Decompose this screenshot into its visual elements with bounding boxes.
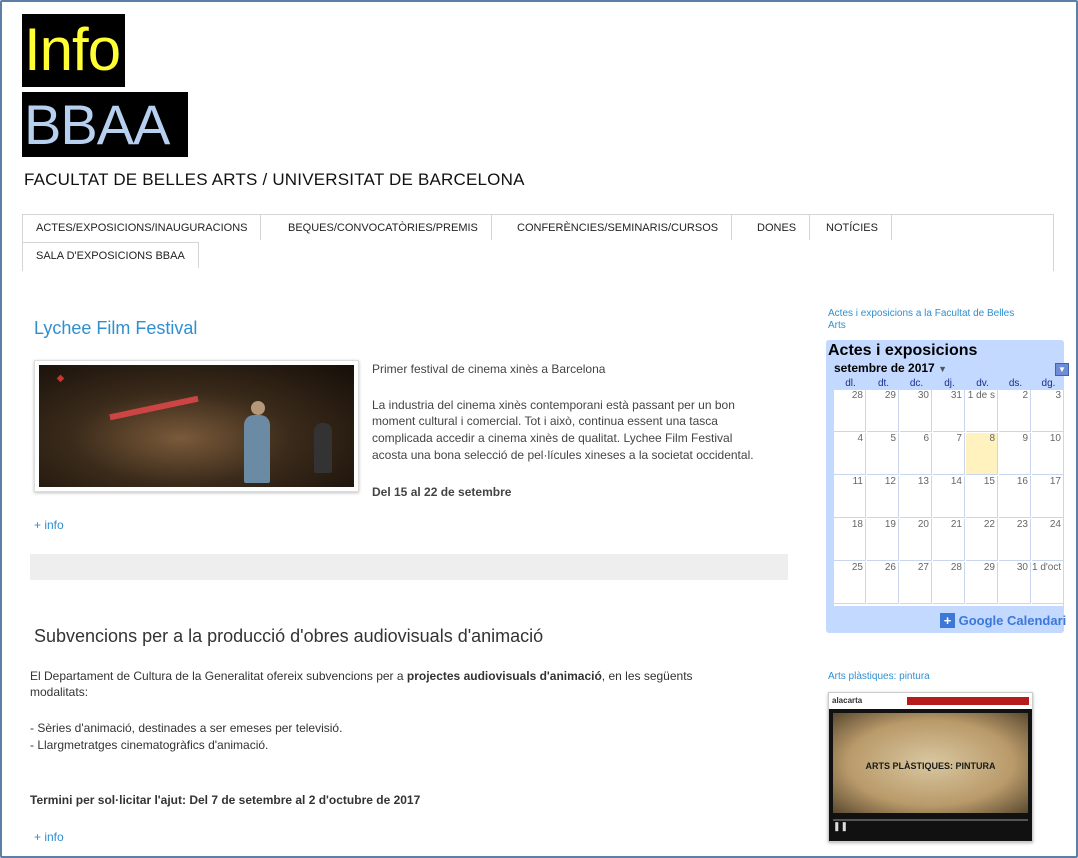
post-subtitle: Primer festival de cinema xinès a Barcel… (372, 362, 606, 376)
calendar-day[interactable]: 12 (867, 476, 899, 518)
calendar-day[interactable]: 30 (900, 390, 932, 432)
film-figure-head (251, 401, 265, 415)
calendar-day[interactable]: 9 (999, 433, 1031, 475)
video-section-link[interactable]: Arts plàstiques: pintura (828, 671, 930, 683)
calendar-day[interactable]: 26 (867, 562, 899, 604)
logo-info[interactable]: Info (22, 14, 125, 87)
post-body-line: acosta una bona selecció de pel·lícules … (372, 448, 754, 462)
more-info-link[interactable]: + info (34, 830, 64, 844)
calendar-menu-icon[interactable]: ▼ (1055, 363, 1069, 376)
video-site-logo: alacarta (832, 696, 863, 705)
calendar-day[interactable]: 20 (900, 519, 932, 561)
calendar-day[interactable]: 7 (933, 433, 965, 475)
calendar-day[interactable]: 13 (900, 476, 932, 518)
calendar-day[interactable]: 2 (999, 390, 1031, 432)
video-player[interactable]: alacarta ARTS PLÀSTIQUES: PINTURA ❚❚ (828, 692, 1033, 842)
weekday-label: dt. (877, 378, 890, 389)
calendar-day[interactable]: 5 (867, 433, 899, 475)
post2-list-item: - Llargmetratges cinematogràfics d'anima… (30, 738, 269, 752)
google-calendar-label: Google Calendari (958, 613, 1067, 629)
calendar-day[interactable]: 18 (834, 519, 866, 561)
calendar-day[interactable]: 3 (1032, 390, 1064, 432)
video-controls: ❚❚ (829, 817, 1032, 841)
post2-list-item: - Sèries d'animació, destinades a ser em… (30, 721, 343, 735)
post-body-line: complicada accedir a cinema xinès de qua… (372, 431, 733, 445)
more-info-link[interactable]: + info (34, 518, 64, 532)
calendar-day[interactable]: 23 (999, 519, 1031, 561)
calendar-day[interactable]: 11 (834, 476, 866, 518)
nav-dones[interactable]: DONES (744, 215, 811, 240)
post-body-line: La industria del cinema xinès contempora… (372, 398, 735, 412)
weekday-label: dl. (845, 378, 856, 389)
weekday-label: dc. (909, 378, 924, 389)
calendar-day[interactable]: 15 (966, 476, 998, 518)
calendar-section-link[interactable]: Actes i exposicions a la Facultat de Bel… (828, 308, 1028, 332)
chevron-down-icon[interactable]: ▼ (938, 364, 947, 374)
video-site-tabs (907, 697, 1029, 705)
calendar-day[interactable]: 28 (834, 390, 866, 432)
calendar-day[interactable]: 17 (1032, 476, 1064, 518)
calendar-day[interactable]: 22 (966, 519, 998, 561)
logo-bbaa[interactable]: BBAA (22, 92, 188, 157)
post-title-lychee[interactable]: Lychee Film Festival (34, 318, 197, 339)
post-title-subvencions[interactable]: Subvencions per a la producció d'obres a… (34, 626, 543, 647)
video-caption: ARTS PLÀSTIQUES: PINTURA (865, 761, 996, 771)
weekday-label: dv. (976, 378, 989, 389)
post2-intro: El Departament de Cultura de la Generali… (30, 668, 770, 684)
post2-deadline: Termini per sol·licitar l'ajut: Del 7 de… (30, 793, 421, 807)
video-header: alacarta (829, 693, 1032, 709)
calendar-day-today[interactable]: 8 (966, 433, 998, 475)
weekday-label: ds. (1008, 378, 1023, 389)
post2-intro-end: , en les següents (601, 669, 693, 683)
nav-conferencies[interactable]: CONFERÈNCIES/SEMINARIS/CURSOS (504, 215, 733, 240)
nav-noticies[interactable]: NOTÍCIES (813, 215, 892, 240)
calendar-day[interactable]: 25 (834, 562, 866, 604)
post2-intro-line2: modalitats: (30, 685, 89, 699)
calendar-day[interactable]: 27 (900, 562, 932, 604)
film-rope (109, 395, 199, 421)
weekday-label: dj. (944, 378, 955, 389)
film-still: ◆ (39, 365, 354, 487)
calendar-day[interactable]: 1 de s (966, 390, 998, 432)
nav-actes[interactable]: ACTES/EXPOSICIONS/INAUGURACIONS (23, 215, 262, 240)
film-figure-2 (314, 423, 332, 473)
plus-icon: + (940, 613, 955, 629)
post-separator (30, 554, 788, 580)
post2-intro-start: El Departament de Cultura de la Generali… (30, 669, 407, 683)
post-dates: Del 15 al 22 de setembre (372, 485, 512, 499)
film-figure (244, 415, 270, 483)
calendar-day[interactable]: 30 (999, 562, 1031, 604)
calendar-day[interactable]: 1 d'oct (1032, 562, 1064, 604)
post2-intro-bold: projectes audiovisuals d'animació (406, 669, 602, 683)
calendar-day[interactable]: 31 (933, 390, 965, 432)
calendar-title: Actes i exposicions (828, 342, 978, 359)
nav-sala-exposicions[interactable]: SALA D'EXPOSICIONS BBAA (23, 242, 199, 268)
site-subtitle: FACULTAT DE BELLES ARTS / UNIVERSITAT DE… (24, 170, 525, 189)
nav-beques[interactable]: BEQUES/CONVOCATÒRIES/PREMIS (275, 215, 492, 240)
calendar-month[interactable]: setembre de 2017 ▼ (834, 361, 947, 375)
calendar-month-label: setembre de 2017 (834, 361, 935, 375)
post-body-line: moment cultural i comercial. Tot i això,… (372, 414, 718, 428)
calendar-day[interactable]: 28 (933, 562, 965, 604)
calendar-day[interactable]: 14 (933, 476, 965, 518)
google-calendar-button[interactable]: + Google Calendari (940, 612, 1066, 630)
weekday-label: dg. (1041, 378, 1056, 389)
calendar-day[interactable]: 16 (999, 476, 1031, 518)
calendar-day[interactable]: 6 (900, 433, 932, 475)
calendar-day[interactable]: 24 (1032, 519, 1064, 561)
video-frame[interactable]: ARTS PLÀSTIQUES: PINTURA (833, 713, 1028, 813)
calendar-day[interactable]: 21 (933, 519, 965, 561)
calendar-grid: 28 29 30 31 1 de s 2 3 4 5 6 7 8 9 10 11… (834, 390, 1064, 606)
post-image-lychee[interactable]: ◆ (34, 360, 359, 492)
pause-icon[interactable]: ❚❚ (833, 821, 848, 832)
main-nav: ACTES/EXPOSICIONS/INAUGURACIONS BEQUES/C… (22, 214, 1054, 271)
calendar-day[interactable]: 4 (834, 433, 866, 475)
calendar-day[interactable]: 29 (867, 390, 899, 432)
calendar-day[interactable]: 29 (966, 562, 998, 604)
calendar-day[interactable]: 10 (1032, 433, 1064, 475)
calendar-day[interactable]: 19 (867, 519, 899, 561)
video-progress-bar[interactable] (833, 819, 1028, 821)
film-poster-mark: ◆ (55, 373, 66, 384)
